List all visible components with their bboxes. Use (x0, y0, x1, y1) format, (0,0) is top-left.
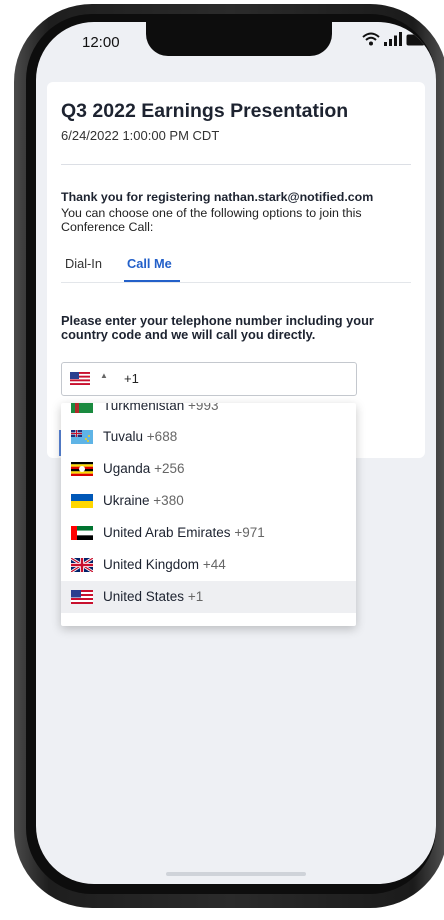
battery-icon (406, 34, 428, 46)
tab-dial-in[interactable]: Dial-In (65, 256, 102, 271)
country-name: Tuvalu (103, 429, 144, 444)
uganda-flag-icon (71, 462, 93, 476)
home-indicator (166, 872, 306, 876)
ukraine-flag-icon (71, 494, 93, 508)
us-flag-icon[interactable] (70, 372, 90, 385)
phone-number-input[interactable]: ▲ +1 (61, 362, 357, 396)
country-code: +256 (154, 461, 185, 476)
country-code: +44 (202, 557, 226, 572)
registration-card: Q3 2022 Earnings Presentation 6/24/2022 … (47, 82, 425, 458)
notch (146, 22, 332, 56)
country-name: United Arab Emirates (103, 525, 231, 540)
turkmenistan-flag-icon (71, 403, 93, 413)
status-icons (362, 32, 428, 46)
country-option-tuvalu[interactable]: Tuvalu +688 (61, 421, 356, 453)
tab-call-me[interactable]: Call Me (127, 256, 172, 271)
country-option-united-kingdom[interactable]: United Kingdom +44 (61, 549, 356, 581)
country-code: +380 (153, 493, 184, 508)
country-code: +1 (187, 589, 204, 604)
divider (61, 164, 411, 165)
country-dropdown: Turkmenistan +993 Tuvalu +688 Uganda +25… (61, 403, 356, 626)
country-name: Ukraine (103, 493, 150, 508)
wifi-icon (362, 32, 380, 46)
tabs-divider (61, 282, 411, 283)
country-option-ukraine[interactable]: Ukraine +380 (61, 485, 356, 517)
us-flag-icon (71, 590, 93, 604)
join-description: You can choose one of the following opti… (61, 206, 362, 234)
thanks-message: Thank you for registering nathan.stark@n… (61, 190, 374, 204)
country-name: Uganda (103, 461, 151, 476)
tuvalu-flag-icon (71, 430, 93, 444)
country-option-turkmenistan[interactable]: Turkmenistan +993 (61, 403, 356, 422)
event-datetime: 6/24/2022 1:00:00 PM CDT (61, 128, 220, 143)
signal-icon (384, 32, 402, 46)
caret-up-icon[interactable]: ▲ (100, 371, 108, 380)
call-me-instructions: Please enter your telephone number inclu… (61, 313, 374, 342)
country-code: +993 (188, 403, 219, 413)
country-option-united-states[interactable]: United States +1 (61, 581, 356, 613)
country-name: United States (103, 589, 185, 604)
status-time: 12:00 (82, 34, 120, 51)
country-code: +688 (146, 429, 178, 444)
event-title: Q3 2022 Earnings Presentation (61, 100, 349, 122)
country-name: United Kingdom (103, 557, 200, 572)
uae-flag-icon (71, 526, 93, 540)
uk-flag-icon (71, 558, 93, 572)
active-tab-indicator (124, 280, 180, 282)
country-code: +971 (234, 525, 265, 540)
dial-prefix: +1 (124, 371, 139, 386)
country-option-uganda[interactable]: Uganda +256 (61, 453, 356, 485)
phone-screen: 12:00 Q3 2022 Earnings Presentation 6/24… (36, 22, 436, 884)
country-name: Turkmenistan (103, 403, 185, 413)
country-option-uae[interactable]: United Arab Emirates +971 (61, 517, 356, 549)
